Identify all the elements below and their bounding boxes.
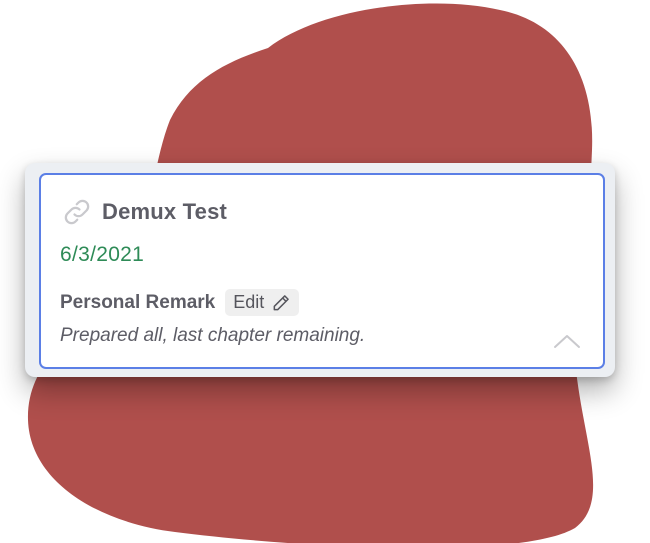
remark-label: Personal Remark xyxy=(60,291,216,313)
link-icon xyxy=(64,199,90,225)
edit-button-label: Edit xyxy=(233,292,265,312)
remark-text: Prepared all, last chapter remaining. xyxy=(60,325,366,346)
remark-header: Personal Remark Edit xyxy=(60,289,300,316)
card-date: 6/3/2021 xyxy=(60,243,145,266)
stage: Demux Test 6/3/2021 Personal Remark Edit… xyxy=(0,0,650,543)
chevron-up-icon[interactable] xyxy=(553,333,581,349)
task-card[interactable]: Demux Test 6/3/2021 Personal Remark Edit… xyxy=(39,173,605,369)
card-title: Demux Test xyxy=(102,199,228,224)
edit-button[interactable]: Edit xyxy=(225,289,300,316)
card-header: Demux Test xyxy=(62,197,227,227)
pencil-icon xyxy=(273,294,290,310)
